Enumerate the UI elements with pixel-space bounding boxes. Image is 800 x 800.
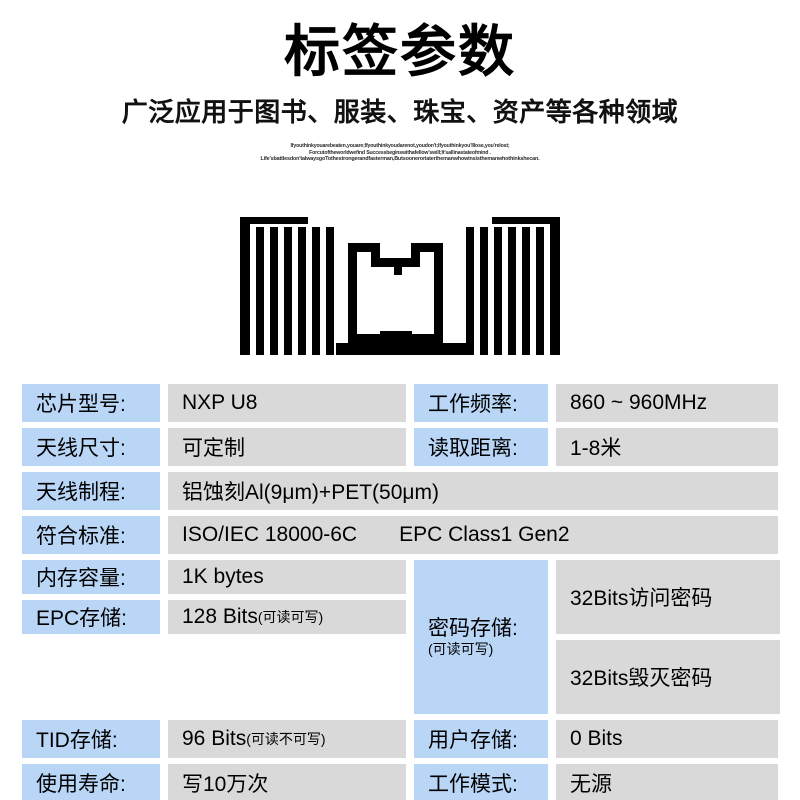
spec-value-antenna-process: 铝蚀刻Al(9μm)+PET(50μm) — [168, 472, 778, 510]
cell-gap — [548, 560, 556, 714]
rfid-antenna-image — [0, 205, 800, 355]
cell-gap — [406, 428, 414, 466]
page-subtitle: 广泛应用于图书、服装、珠宝、资产等各种领域 — [121, 97, 679, 128]
table-row: TID存储: 96 Bits (可读不可写) 用户存储: 0 Bits — [22, 720, 778, 758]
cell-gap — [160, 472, 168, 510]
table-row: 符合标准: ISO/IEC 18000-6C EPC Class1 Gen2 — [22, 516, 778, 554]
cell-gap — [548, 764, 556, 800]
spec-value-memory: 1K bytes — [168, 560, 406, 594]
spec-label-epc: EPC存储: — [22, 600, 160, 634]
cell-gap — [160, 764, 168, 800]
spec-value-read-range: 1-8米 — [556, 428, 778, 466]
cell-gap — [406, 560, 414, 714]
table-row: 内存容量: 1K bytes EPC存储: 128 Bits (可读可写) 密码存… — [22, 560, 780, 714]
spec-label-chip-model: 芯片型号: — [22, 384, 160, 422]
spec-label-frequency: 工作频率: — [414, 384, 548, 422]
spec-table: 芯片型号: NXP U8 工作频率: 860 ~ 960MHz 天线尺寸: 可定… — [22, 384, 780, 800]
micro-quote-line-3: Life'sbattlesdon'talwaysgoTothestrongera… — [260, 156, 540, 163]
spec-label-antenna-process: 天线制程: — [22, 472, 160, 510]
spec-label-memory: 内存容量: — [22, 560, 160, 594]
spec-value-epc-note: (可读可写) — [257, 609, 324, 625]
spec-value-tid-main: 96 Bits — [182, 727, 247, 750]
spec-value-user-memory: 0 Bits — [556, 720, 778, 758]
spec-label-password: 密码存储: (可读可写) — [414, 560, 548, 714]
cell-gap — [406, 384, 414, 422]
cell-gap — [160, 516, 168, 554]
page-title: 标签参数 — [284, 20, 516, 83]
cell-gap — [160, 560, 168, 594]
cell-gap — [406, 720, 414, 758]
cell-gap — [160, 384, 168, 422]
spec-value-password-group: 32Bits访问密码 32Bits毁灭密码 — [556, 560, 780, 714]
micro-quote-block: Ifyouthinkyouarebeaten,youare;Ifyouthink… — [165, 143, 635, 162]
spec-value-standard: ISO/IEC 18000-6C EPC Class1 Gen2 — [168, 516, 778, 554]
spec-value-kill-password: 32Bits毁灭密码 — [556, 640, 780, 714]
spec-label-lifetime: 使用寿命: — [22, 764, 160, 800]
spec-label-tid: TID存储: — [22, 720, 160, 758]
spec-label-read-range: 读取距离: — [414, 428, 548, 466]
cell-gap — [548, 384, 556, 422]
spec-value-tid: 96 Bits (可读不可写) — [168, 720, 406, 758]
rfid-inlay-antenna-icon — [240, 217, 560, 355]
table-row: 使用寿命: 写10万次 工作模式: 无源 — [22, 764, 778, 800]
spec-value-tid-note: (可读不可写) — [246, 731, 326, 747]
spec-value-standard-iso: ISO/IEC 18000-6C — [182, 523, 358, 546]
page-root: 标签参数 广泛应用于图书、服装、珠宝、资产等各种领域 Ifyouthinkyou… — [0, 0, 800, 800]
table-row: 天线制程: 铝蚀刻Al(9μm)+PET(50μm) — [22, 472, 778, 510]
spec-value-lifetime: 写10万次 — [168, 764, 406, 800]
cell-gap — [160, 428, 168, 466]
cell-gap — [406, 764, 414, 800]
spec-value-epc: 128 Bits (可读可写) — [168, 600, 406, 634]
cell-gap — [160, 600, 168, 634]
spec-label-password-line1: 密码存储: — [428, 616, 518, 640]
spec-value-chip-model: NXP U8 — [168, 384, 406, 422]
table-row: 天线尺寸: 可定制 读取距离: 1-8米 — [22, 428, 778, 466]
spec-label-user-memory: 用户存储: — [414, 720, 548, 758]
spec-value-work-mode: 无源 — [556, 764, 778, 800]
table-row: 芯片型号: NXP U8 工作频率: 860 ~ 960MHz — [22, 384, 778, 422]
spec-value-antenna-size: 可定制 — [168, 428, 406, 466]
cell-gap — [548, 428, 556, 466]
spec-label-work-mode: 工作模式: — [414, 764, 548, 800]
spec-label-standard: 符合标准: — [22, 516, 160, 554]
spec-value-epc-main: 128 Bits — [182, 605, 258, 628]
page-header: 标签参数 广泛应用于图书、服装、珠宝、资产等各种领域 — [0, 0, 800, 129]
cell-gap — [548, 720, 556, 758]
spec-label-antenna-size: 天线尺寸: — [22, 428, 160, 466]
cell-gap — [160, 720, 168, 758]
spec-value-access-password: 32Bits访问密码 — [556, 560, 780, 634]
spec-label-password-line2: (可读可写) — [428, 640, 494, 657]
spec-value-standard-epc: EPC Class1 Gen2 — [399, 523, 570, 546]
spec-value-frequency: 860 ~ 960MHz — [556, 384, 778, 422]
